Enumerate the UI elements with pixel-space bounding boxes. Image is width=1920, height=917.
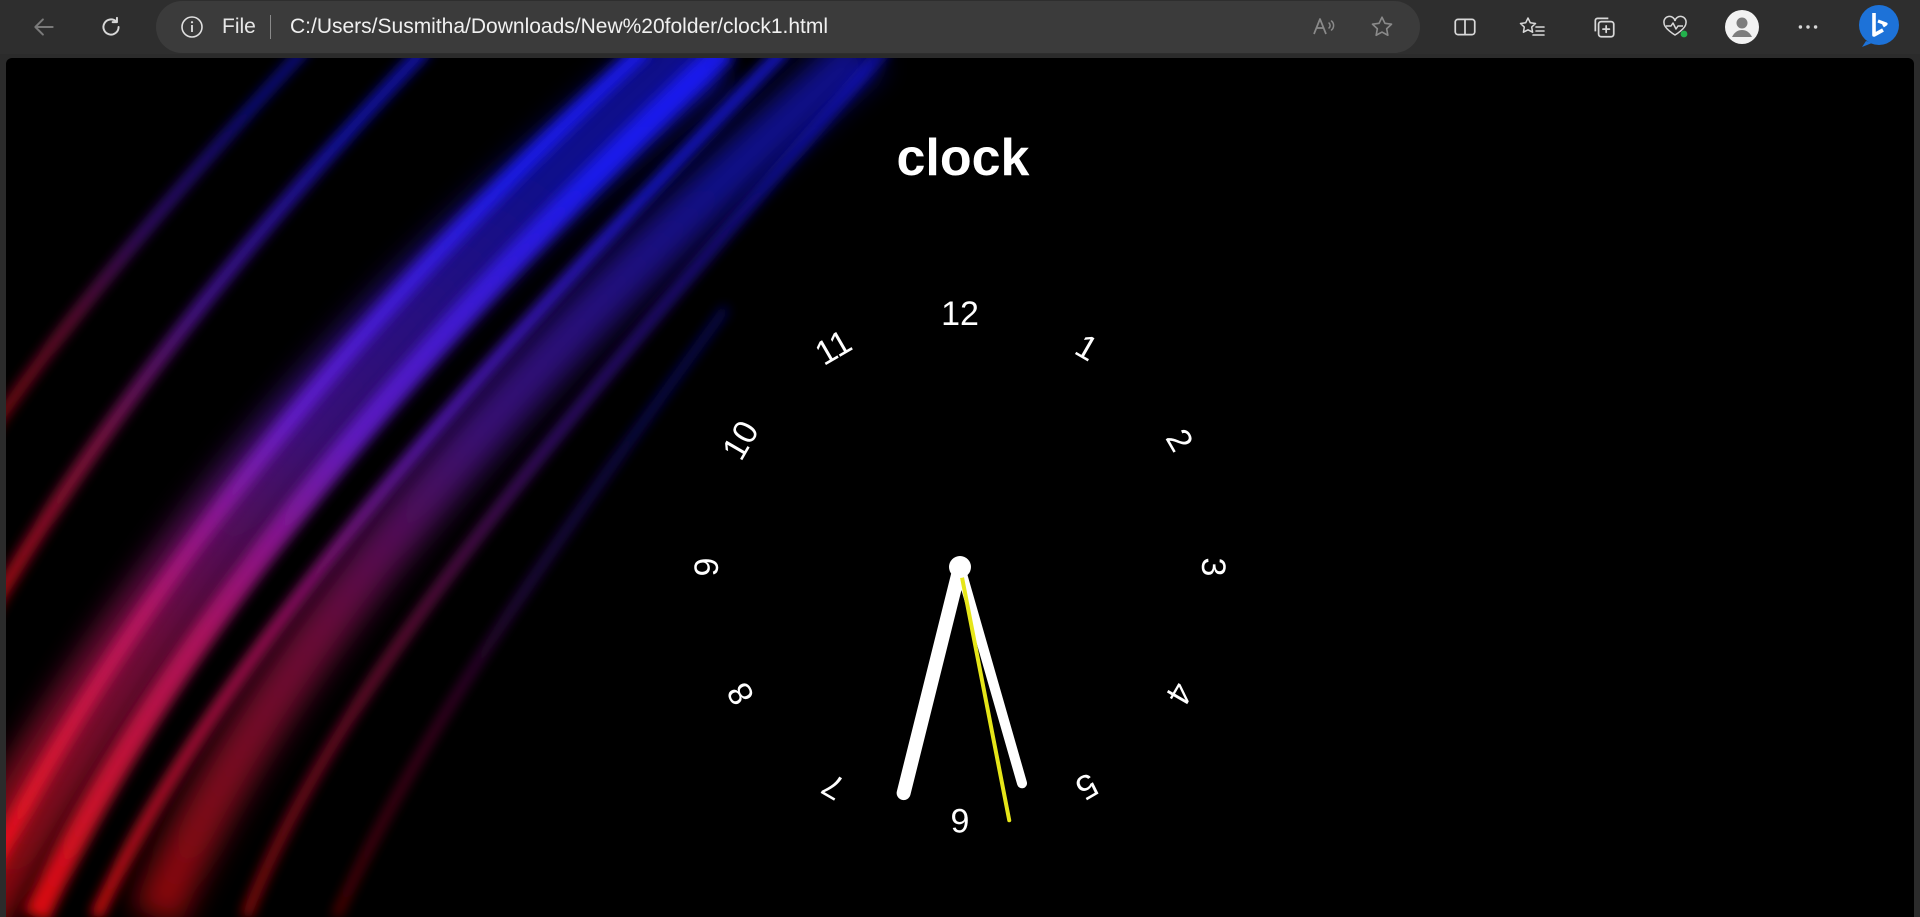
copilot-button[interactable] (1856, 3, 1902, 49)
more-options-icon (1798, 25, 1818, 29)
bing-copilot-icon (1859, 5, 1899, 47)
refresh-icon (102, 16, 120, 36)
back-arrow-icon (34, 18, 54, 36)
split-screen-button[interactable] (1447, 9, 1483, 45)
clock-center (949, 556, 971, 578)
address-bar[interactable]: File C:/Users/Susmitha/Downloads/New%20f… (156, 1, 1420, 53)
refresh-button[interactable] (93, 9, 129, 45)
info-icon[interactable] (180, 15, 204, 39)
second-hand (958, 566, 1012, 823)
read-aloud-button[interactable] (1310, 13, 1338, 41)
clock-numeral-label: 10 (714, 414, 767, 467)
browser-essentials-icon (1663, 15, 1688, 38)
profile-avatar-icon (1725, 10, 1759, 44)
address-separator (270, 15, 271, 39)
hour-hand (895, 565, 967, 802)
clock-numeral-label: 1 (1068, 326, 1105, 370)
collections-icon (1594, 17, 1615, 38)
clock-numeral-label: 5 (1068, 764, 1105, 808)
split-screen-icon (1454, 18, 1476, 36)
page-viewport: clock 11 10 9 8 7 6 5 4 3 2 1 12 (6, 58, 1914, 917)
read-aloud-icon (1313, 18, 1335, 35)
clock-numeral-label: 8 (719, 675, 763, 712)
clock-numeral-label: 11 (808, 322, 859, 374)
browser-toolbar: File C:/Users/Susmitha/Downloads/New%20f… (0, 0, 1920, 54)
profile-button[interactable] (1724, 9, 1760, 45)
clock-numeral-label: 12 (941, 295, 979, 333)
analog-clock: 11 10 9 8 7 6 5 4 3 2 1 12 (680, 287, 1240, 847)
collections-button[interactable] (1586, 9, 1622, 45)
clock-numeral-label: 3 (1194, 557, 1232, 577)
favorite-button[interactable] (1368, 13, 1396, 41)
clock-numeral-label: 9 (688, 557, 726, 577)
favorites-icon (1519, 17, 1545, 36)
url-text[interactable]: C:/Users/Susmitha/Downloads/New%20folder… (290, 15, 828, 39)
more-options-button[interactable] (1790, 9, 1826, 45)
clock-numeral-label: 6 (950, 801, 970, 839)
clock-numeral-label: 2 (1157, 422, 1201, 459)
page-title: clock (896, 129, 1030, 187)
favorites-button[interactable] (1514, 9, 1550, 45)
browser-essentials-button[interactable] (1657, 9, 1693, 45)
clock-numeral-label: 4 (1157, 675, 1201, 712)
back-button[interactable] (26, 9, 62, 45)
star-icon (1371, 16, 1393, 37)
clock-numeral-label: 7 (815, 764, 852, 808)
scheme-label[interactable]: File (222, 15, 256, 39)
